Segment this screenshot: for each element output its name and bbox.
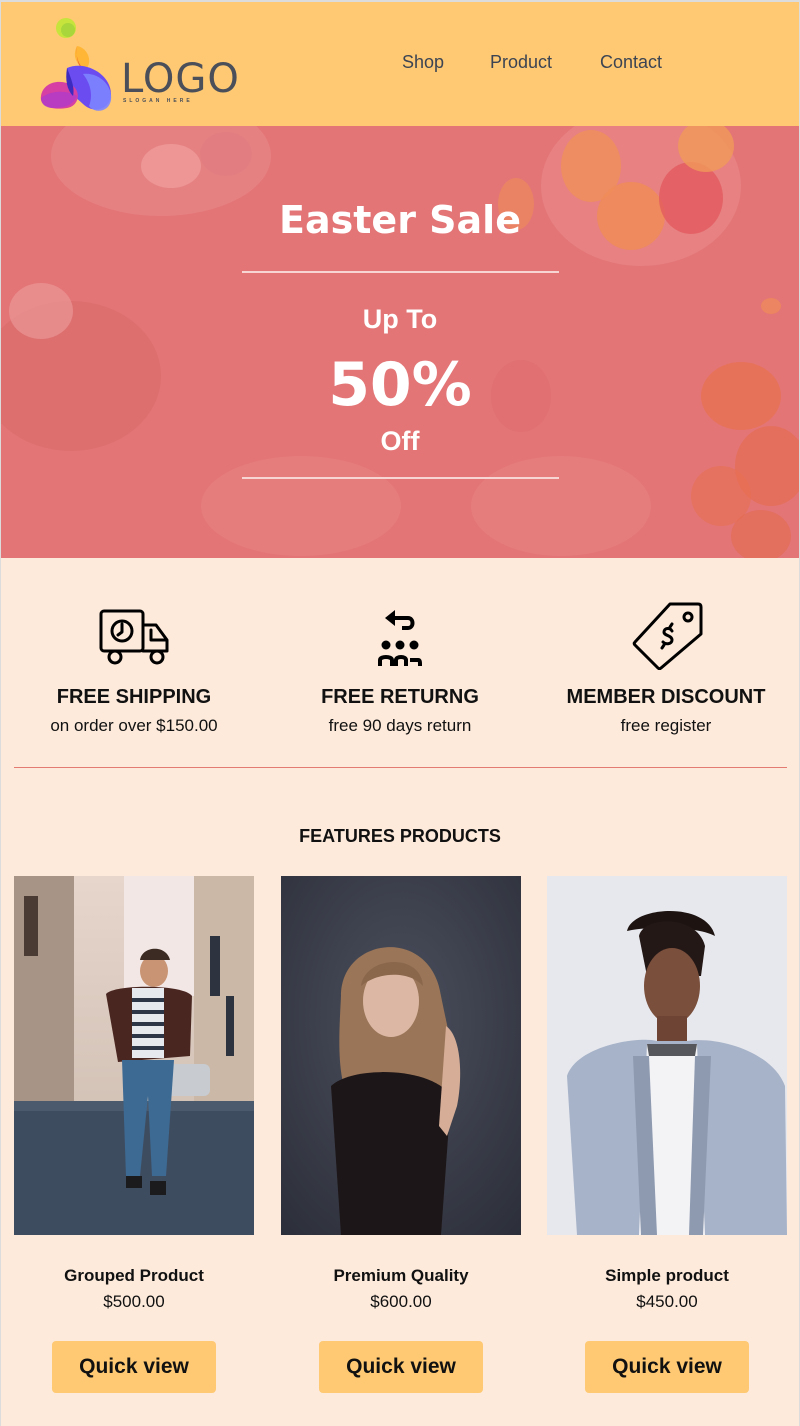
feature-title: MEMBER DISCOUNT bbox=[566, 686, 766, 708]
product-name: Premium Quality bbox=[333, 1266, 469, 1285]
hero-title: Easter Sale bbox=[279, 198, 521, 242]
feature-title: FREE RETURNG bbox=[321, 686, 479, 708]
feature-subtitle: free 90 days return bbox=[328, 716, 472, 735]
header: LOGO SLOGAN HERE Shop Product Contact bbox=[1, 2, 799, 126]
nav-link-contact[interactable]: Contact bbox=[600, 52, 662, 73]
feature-subtitle: free register bbox=[620, 716, 712, 735]
hero-banner[interactable]: Easter Sale Up To 50% Off bbox=[1, 126, 799, 558]
hero-content: Easter Sale Up To 50% Off bbox=[1, 126, 799, 558]
quick-view-button[interactable]: Quick view bbox=[319, 1341, 483, 1393]
product-image[interactable] bbox=[547, 876, 787, 1235]
nav-link-product[interactable]: Product bbox=[490, 52, 552, 73]
product-name: Grouped Product bbox=[64, 1266, 204, 1285]
product-price: $600.00 bbox=[370, 1292, 432, 1311]
feature-subtitle: on order over $150.00 bbox=[50, 716, 218, 735]
product-image[interactable] bbox=[281, 876, 521, 1235]
section-title-featured-products: FEATURES PRODUCTS bbox=[299, 826, 501, 846]
feature-free-returns: FREE RETURNG free 90 days return bbox=[267, 598, 533, 748]
feature-title: FREE SHIPPING bbox=[56, 686, 212, 708]
hero-divider-bottom bbox=[242, 477, 559, 479]
product-price: $450.00 bbox=[636, 1292, 698, 1311]
feature-free-shipping: FREE SHIPPING on order over $150.00 bbox=[1, 598, 267, 748]
logo-slogan: SLOGAN HERE bbox=[123, 98, 193, 104]
hero-discount-percent: 50% bbox=[328, 350, 472, 420]
hero-divider-top bbox=[242, 271, 559, 273]
feature-member-discount: MEMBER DISCOUNT free register bbox=[533, 598, 799, 748]
product-image[interactable] bbox=[14, 876, 254, 1235]
quick-view-button[interactable]: Quick view bbox=[52, 1341, 216, 1393]
group-return-icon bbox=[378, 610, 422, 666]
nav-link-shop[interactable]: Shop bbox=[402, 52, 444, 73]
section-divider bbox=[14, 767, 787, 768]
main-nav: Shop Product Contact bbox=[1, 52, 799, 76]
quick-view-button[interactable]: Quick view bbox=[585, 1341, 749, 1393]
hero-off: Off bbox=[380, 426, 420, 456]
delivery-truck-clock-icon bbox=[99, 609, 169, 665]
product-price: $500.00 bbox=[103, 1292, 165, 1311]
product-name: Simple product bbox=[605, 1266, 729, 1285]
email-page: LOGO SLOGAN HERE Shop Product Contact Ea… bbox=[1, 2, 799, 1426]
hero-up-to: Up To bbox=[362, 304, 438, 334]
price-tag-dollar-icon bbox=[632, 602, 703, 670]
